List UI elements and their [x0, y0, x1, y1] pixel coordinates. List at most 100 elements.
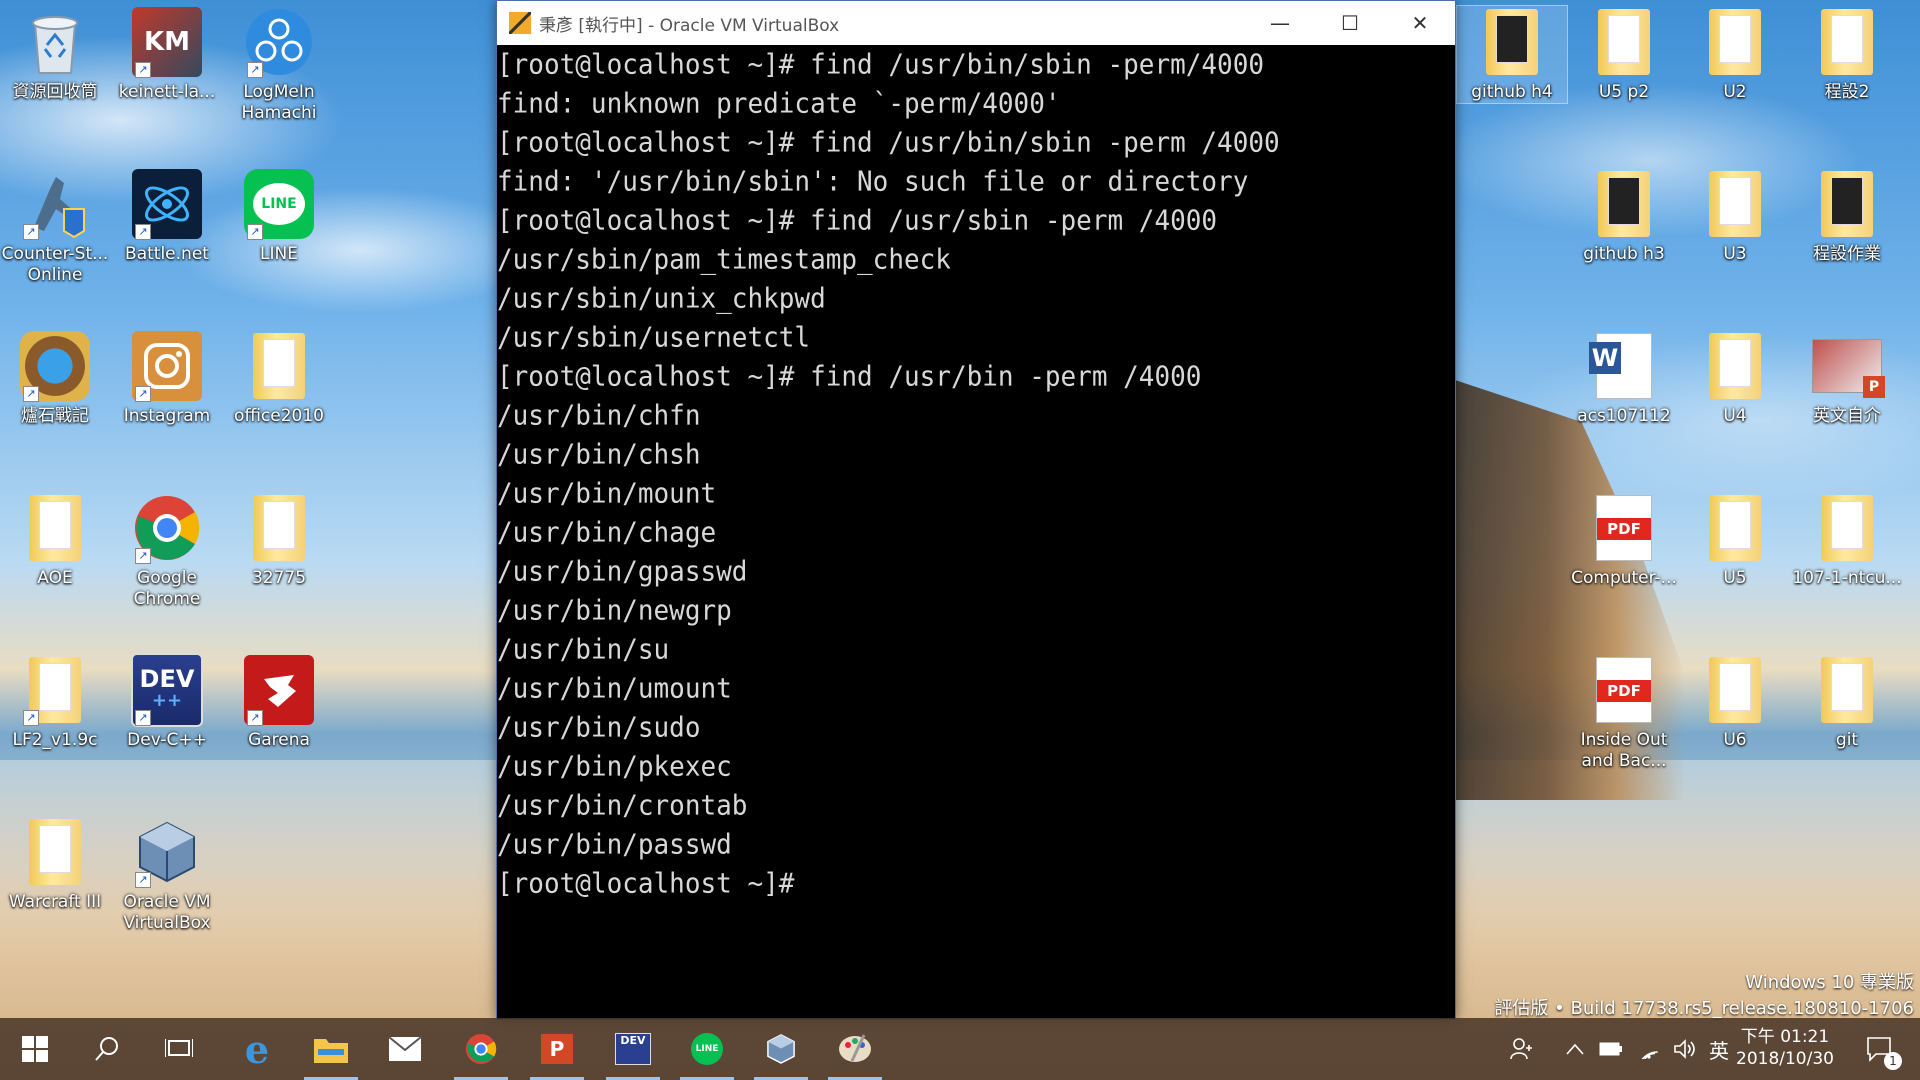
desktop-icon-lf2[interactable]: ↗ LF2_v1.9c	[0, 654, 110, 751]
desktop-icon-inside-out-pdf[interactable]: PDF Inside Out and Bac...	[1569, 654, 1679, 772]
terminal-line: /usr/bin/su	[497, 634, 670, 666]
desktop-icon-cheng-she-2[interactable]: 程設2	[1792, 6, 1902, 103]
desktop-icon-u4[interactable]: U4	[1680, 330, 1790, 427]
folder-icon	[1811, 492, 1883, 564]
desktop-icon-hamachi[interactable]: ↗ LogMeIn Hamachi	[224, 6, 334, 124]
desktop-icon-u3[interactable]: U3	[1680, 168, 1790, 265]
desktop-icon-git[interactable]: git	[1792, 654, 1902, 751]
powerpoint-icon: P	[1811, 330, 1885, 402]
desktop-icon-label: keinett-la...	[118, 82, 216, 102]
desktop-icon-107-1-ntcu[interactable]: 107-1-ntcu...	[1792, 492, 1902, 589]
desktop-icon-hearthstone[interactable]: ↗ 爐石戰記	[0, 330, 110, 427]
powerpoint-button[interactable]: P	[522, 1018, 592, 1080]
desktop-icon-aoe[interactable]: AOE	[0, 492, 110, 589]
people-button[interactable]	[1500, 1018, 1544, 1080]
terminal-line: /usr/bin/sudo	[497, 712, 701, 744]
devcpp-button[interactable]: DEV	[598, 1018, 668, 1080]
desktop-icon-english-intro[interactable]: P 英文自介	[1792, 330, 1902, 427]
desktop-icon-label: 資源回收筒	[12, 82, 98, 102]
desktop-icon-devcpp[interactable]: DEV ++ ↗ Dev-C++	[112, 653, 222, 751]
virtualbox-button[interactable]	[746, 1018, 816, 1080]
terminal-line: /usr/sbin/unix_chkpwd	[497, 283, 826, 315]
line-icon: LINE	[691, 1033, 723, 1065]
desktop-icon-u5[interactable]: U5	[1680, 492, 1790, 589]
desktop-icon-github-h4[interactable]: github h4	[1456, 5, 1568, 104]
terminal-line: find: unknown predicate `-perm/4000'	[497, 88, 1061, 120]
desktop-icon-cheng-she-zuo-ye[interactable]: 程設作業	[1792, 168, 1902, 265]
battery-icon	[1599, 1042, 1622, 1056]
mail-icon	[388, 1036, 422, 1061]
volume-icon	[1674, 1039, 1695, 1059]
chrome-icon: ↗	[131, 492, 203, 564]
search-button[interactable]	[72, 1018, 142, 1080]
folder-icon	[314, 1039, 348, 1063]
folder-icon	[1699, 168, 1771, 240]
terminal-screen[interactable]: [root@localhost ~]# find /usr/bin/sbin -…	[497, 46, 1455, 1019]
action-center-button[interactable]: 1	[1850, 1018, 1910, 1080]
desktop-icon-github-h3[interactable]: github h3	[1569, 168, 1679, 265]
line-button[interactable]: LINE	[672, 1018, 742, 1080]
desktop-icon-label: U5	[1723, 568, 1747, 588]
clock[interactable]: 下午 01:21 2018/10/30	[1730, 1026, 1840, 1070]
desktop-icon-line[interactable]: LINE ↗ LINE	[224, 168, 334, 265]
desktop-icon-keinett[interactable]: KM ↗ keinett-la...	[112, 6, 222, 103]
close-button[interactable]: ✕	[1385, 1, 1455, 45]
folder-icon	[1699, 6, 1771, 78]
edge-icon: e	[244, 1026, 270, 1072]
edge-button[interactable]: e	[222, 1018, 292, 1080]
battery-button[interactable]	[1594, 1018, 1628, 1080]
desktop-icon-computer-pdf[interactable]: PDF Computer-...	[1569, 492, 1679, 589]
desktop-icon-label: U6	[1723, 730, 1747, 750]
terminal-line: /usr/sbin/usernetctl	[497, 322, 811, 354]
taskbar: e P DEV LINE 英 下午 01:21 2018/10/30 1	[0, 1018, 1920, 1080]
mail-button[interactable]	[370, 1018, 440, 1080]
chrome-icon	[465, 1033, 497, 1065]
file-explorer-button[interactable]	[296, 1018, 366, 1080]
folder-icon	[1699, 654, 1771, 726]
terminal-line: [root@localhost ~]# find /usr/bin/sbin -…	[497, 127, 1280, 159]
chrome-button[interactable]	[446, 1018, 516, 1080]
devcpp-icon: DEV	[615, 1033, 651, 1065]
desktop-icon-label: Battle.net	[125, 244, 209, 264]
maximize-button[interactable]: ☐	[1315, 1, 1385, 45]
desktop-icon-garena[interactable]: ↗ Garena	[224, 654, 334, 751]
desktop-icon-u2[interactable]: U2	[1680, 6, 1790, 103]
garena-icon: ↗	[243, 654, 315, 726]
task-view-button[interactable]	[144, 1018, 214, 1080]
desktop-icon-chrome[interactable]: ↗ Google Chrome	[112, 492, 222, 610]
desktop-icon-battlenet[interactable]: ↗ Battle.net	[112, 168, 222, 265]
window-titlebar[interactable]: 秉彥 [執行中] - Oracle VM VirtualBox — ☐ ✕	[497, 1, 1455, 45]
terminal-line: /usr/bin/newgrp	[497, 595, 732, 627]
desktop-icon-32775[interactable]: 32775	[224, 492, 334, 589]
desktop-icon-counter-strike[interactable]: ↗ Counter-St... Online	[0, 168, 110, 286]
folder-icon	[1588, 6, 1660, 78]
minimize-button[interactable]: —	[1245, 1, 1315, 45]
terminal-line: /usr/bin/chage	[497, 517, 717, 549]
desktop-icon-u6[interactable]: U6	[1680, 654, 1790, 751]
volume-button[interactable]	[1668, 1018, 1702, 1080]
desktop-icon-warcraft[interactable]: Warcraft III	[0, 816, 110, 913]
desktop-icon-acs107112[interactable]: W acs107112	[1569, 330, 1679, 427]
desktop-icon-label: LogMeIn Hamachi	[241, 82, 317, 123]
network-button[interactable]	[1632, 1018, 1666, 1080]
show-hidden-icons-button[interactable]	[1558, 1018, 1592, 1080]
desktop-icon-label: LF2_v1.9c	[12, 730, 98, 750]
virtualbox-window[interactable]: 秉彥 [執行中] - Oracle VM VirtualBox — ☐ ✕ [r…	[496, 0, 1456, 1020]
desktop-icon-u5-p2[interactable]: U5 p2	[1569, 6, 1679, 103]
desktop-icon-instagram[interactable]: ↗ Instagram	[112, 330, 222, 427]
desktop-icon-label: U2	[1723, 82, 1747, 102]
desktop-icon-office2010[interactable]: office2010	[224, 330, 334, 427]
start-button[interactable]	[0, 1018, 70, 1080]
pdf-icon: PDF	[1588, 654, 1660, 726]
line-icon: LINE ↗	[243, 168, 315, 240]
clock-time: 下午 01:21	[1740, 1027, 1830, 1047]
desktop-icon-label: 英文自介	[1813, 406, 1881, 426]
desktop-icon-recycle-bin[interactable]: 資源回收筒	[0, 6, 110, 103]
pdf-icon: PDF	[1588, 492, 1660, 564]
word-icon: W	[1588, 330, 1660, 402]
desktop-icon-virtualbox[interactable]: ↗ Oracle VM VirtualBox	[112, 816, 222, 934]
people-icon	[1510, 1038, 1532, 1060]
paint-button[interactable]	[820, 1018, 890, 1080]
folder-icon	[1476, 6, 1548, 78]
instagram-icon: ↗	[131, 330, 203, 402]
